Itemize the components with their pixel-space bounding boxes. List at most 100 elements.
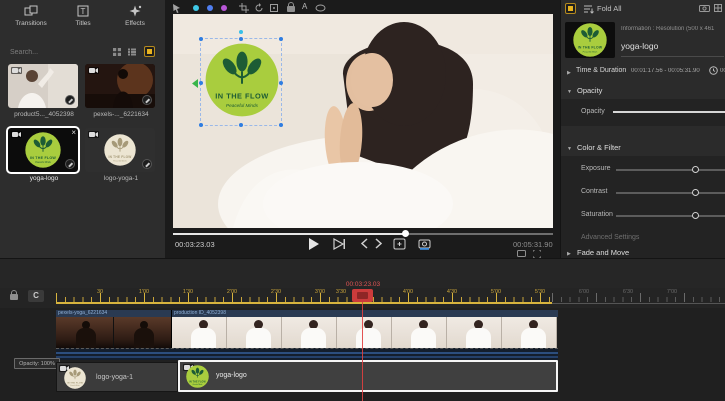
green-trim-handle[interactable]: [192, 79, 199, 88]
fullscreen-icon[interactable]: [533, 250, 541, 258]
edit-pencil-icon[interactable]: [65, 95, 75, 105]
opacity-section-header[interactable]: Opacity: [577, 86, 602, 95]
ruler-label: 4'30: [447, 289, 457, 295]
lock-icon[interactable]: [287, 6, 295, 12]
handle-w[interactable]: [199, 81, 203, 85]
tab-transitions[interactable]: Transitions: [6, 3, 56, 39]
ruler-label: 2'30: [271, 289, 281, 295]
video-type-icon: [88, 131, 99, 138]
svg-text:IN THE FLOW: IN THE FLOW: [108, 155, 131, 159]
clip-name-field[interactable]: yoga-logo: [621, 41, 658, 51]
edit-pencil-icon[interactable]: [65, 159, 75, 169]
effects-icon: [128, 5, 142, 17]
contrast-slider[interactable]: [616, 192, 725, 194]
media-thumbnail[interactable]: [85, 64, 155, 108]
handle-s[interactable]: [239, 123, 243, 127]
handle-sw[interactable]: [199, 123, 203, 127]
previous-frame-button[interactable]: [361, 238, 368, 249]
snapshot-icon[interactable]: [699, 4, 710, 12]
cursor-icon[interactable]: [172, 3, 182, 13]
handle-se[interactable]: [279, 123, 283, 127]
playhead-marker[interactable]: [352, 289, 373, 302]
pip-clip-selected[interactable]: IN THE FLOWPeaceful Minds yoga-logo: [178, 360, 558, 392]
tab-titles[interactable]: T Titles: [58, 3, 108, 39]
svg-text:Peaceful Minds: Peaceful Minds: [35, 162, 51, 164]
blue-marker-dot[interactable]: [207, 5, 213, 11]
exposure-knob[interactable]: [692, 166, 699, 173]
pip-clip-name: yoga-logo: [216, 372, 247, 379]
shape-tool-icon[interactable]: [315, 3, 326, 13]
pip-clip[interactable]: IN THE FLOWPeaceful Minds logo-yoga-1: [56, 362, 178, 392]
video-editor-window: Transitions T Titles Effects product5...…: [0, 0, 725, 401]
magenta-marker-dot[interactable]: [221, 5, 227, 11]
clock-icon[interactable]: [709, 66, 718, 75]
media-item-selected[interactable]: IN THE FLOWPeaceful Minds × yoga-logo: [8, 128, 80, 182]
panel-toggle-icon[interactable]: [144, 46, 155, 57]
media-panel: Transitions T Titles Effects product5...…: [0, 0, 165, 258]
track-lock-icon[interactable]: [10, 294, 18, 300]
audio-strip[interactable]: [56, 348, 558, 360]
seek-bar[interactable]: [173, 233, 553, 235]
media-item-name: product5..._4052398: [8, 111, 80, 118]
media-thumbnail[interactable]: [8, 64, 78, 108]
panel-toggle-icon[interactable]: [565, 3, 576, 14]
snapshot-button[interactable]: [418, 238, 431, 250]
next-frame-button[interactable]: [375, 238, 382, 249]
video-clip-name: production ID_4052398: [172, 310, 558, 317]
cyan-marker-dot[interactable]: [193, 5, 199, 11]
collapse-arrow-icon[interactable]: ▼: [567, 146, 572, 152]
saturation-slider[interactable]: [616, 215, 725, 217]
edit-pencil-icon[interactable]: [142, 159, 152, 169]
snap-toggle-button[interactable]: C: [28, 290, 44, 302]
mini-screen-icon[interactable]: [517, 250, 526, 257]
media-thumbnail[interactable]: IN THE FLOWPeaceful Minds: [85, 128, 155, 172]
handle-e[interactable]: [279, 81, 283, 85]
grid-view-icon[interactable]: [112, 47, 122, 57]
svg-text:IN THE FLOW: IN THE FLOW: [189, 381, 206, 383]
playhead-line[interactable]: [362, 289, 363, 401]
clip-info: Information : Resolution (500 x 461: [621, 26, 725, 32]
crop-tool-icon[interactable]: [239, 3, 249, 13]
fold-all-button[interactable]: Fold All: [597, 4, 622, 13]
media-item[interactable]: product5..._4052398: [8, 64, 80, 118]
time-duration-label: Time & Duration: [576, 67, 626, 74]
media-item[interactable]: IN THE FLOWPeaceful Minds logo-yoga-1: [85, 128, 157, 182]
opacity-slider[interactable]: [613, 111, 725, 113]
seek-handle[interactable]: [402, 230, 409, 237]
handle-n[interactable]: [239, 37, 243, 41]
saturation-knob[interactable]: [692, 212, 699, 219]
video-clip[interactable]: production ID_4052398: [172, 310, 558, 348]
text-tool-icon[interactable]: A: [302, 2, 307, 11]
add-freeze-frame-button[interactable]: [393, 238, 406, 250]
exposure-slider[interactable]: [616, 169, 725, 171]
media-thumbnail[interactable]: IN THE FLOWPeaceful Minds ×: [8, 128, 78, 172]
video-preview[interactable]: IN THE FLOWPeaceful Minds: [173, 14, 553, 228]
fold-all-icon[interactable]: [584, 5, 594, 14]
play-to-end-button[interactable]: [333, 238, 345, 250]
media-item[interactable]: pexels-..._6221634: [85, 64, 157, 118]
layout-icon[interactable]: [714, 4, 722, 12]
handle-ne[interactable]: [279, 37, 283, 41]
close-icon[interactable]: ×: [71, 129, 76, 137]
expand-arrow-icon[interactable]: ▶: [567, 251, 571, 257]
transform-tool-icon[interactable]: [269, 3, 279, 13]
contrast-label: Contrast: [581, 188, 607, 195]
list-view-icon[interactable]: [127, 47, 137, 57]
tab-label: Titles: [75, 20, 90, 27]
current-time: 00:03:23.03: [175, 240, 215, 249]
overlay-logo-image[interactable]: IN THE FLOWPeaceful Minds: [205, 43, 279, 117]
tab-effects[interactable]: Effects: [110, 3, 160, 39]
rotation-handle[interactable]: [239, 30, 243, 34]
contrast-knob[interactable]: [692, 189, 699, 196]
advanced-settings-link[interactable]: Advanced Settings: [581, 234, 639, 241]
color-filter-section-header[interactable]: Color & Filter: [577, 143, 621, 152]
handle-nw[interactable]: [199, 37, 203, 41]
video-clip[interactable]: pexels-yoga_6221634: [56, 310, 172, 348]
expand-arrow-icon[interactable]: ▶: [567, 70, 571, 76]
play-button[interactable]: [308, 238, 319, 250]
edit-pencil-icon[interactable]: [142, 95, 152, 105]
fade-move-section-header[interactable]: Fade and Move: [577, 248, 629, 257]
collapse-arrow-icon[interactable]: ▼: [567, 89, 572, 95]
search-input[interactable]: [8, 46, 98, 59]
rotate-tool-icon[interactable]: [254, 3, 264, 13]
